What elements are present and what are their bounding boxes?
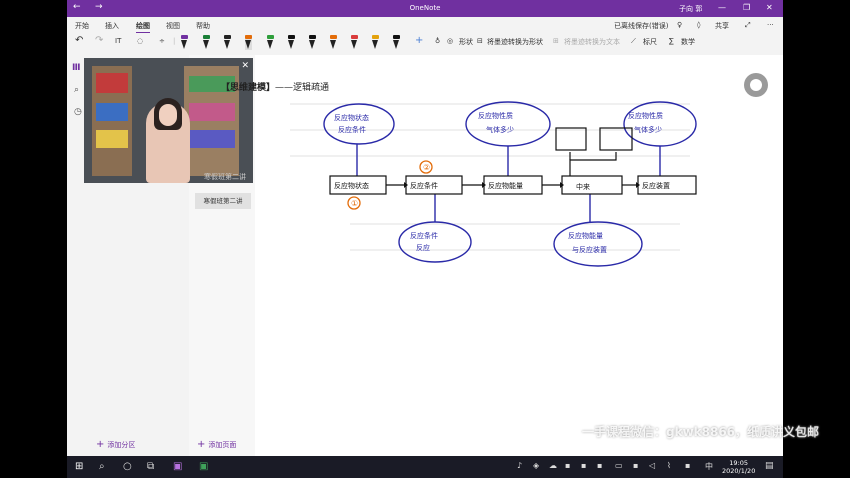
task-view-icon[interactable]: ⧉ (147, 461, 154, 472)
ink-text: 反应物能量 (568, 231, 603, 240)
input-language[interactable]: 中 (705, 461, 713, 472)
mic-icon[interactable]: ♪ (517, 461, 522, 470)
cortana-icon[interactable]: ○ (123, 461, 132, 472)
ink-ellipse (623, 101, 697, 147)
flow-box (561, 175, 623, 195)
ink-ellipse (553, 221, 643, 267)
ink-text: 反应物状态 (334, 113, 369, 122)
tray-icon[interactable]: ▪ (685, 461, 690, 470)
search-icon[interactable]: ⌕ (99, 461, 105, 472)
tray-icon[interactable]: ⌇ (667, 461, 671, 470)
ink-text: 反应物性质 (478, 111, 513, 120)
clock-time: 19:05 (729, 459, 749, 467)
ink-text: 气体多少 (486, 125, 514, 134)
volume-icon[interactable]: ◁ (649, 461, 655, 470)
box-label: 反应装置 (642, 181, 670, 190)
ink-text: 反应 (416, 243, 430, 252)
ink-ellipse (398, 221, 472, 263)
box-label: 反应物能量 (488, 181, 523, 190)
small-box (555, 127, 587, 151)
network-icon[interactable]: ▭ (615, 461, 623, 470)
system-clock[interactable]: 19:05 2020/1/20 (722, 459, 755, 475)
small-box (599, 127, 633, 151)
ink-diagram: 反应物状态 反应条件 反应物性质 气体多少 反应物性质 气体多少 反应条件 反应… (290, 101, 697, 267)
box-label: 中来 (576, 182, 590, 191)
tray-icon[interactable]: ▪ (597, 461, 602, 470)
tray-icon[interactable]: ◈ (533, 461, 539, 470)
watermark: 一手课程微信：gkwk8866，纸质讲义包邮 (582, 425, 820, 439)
clock-date: 2020/1/20 (722, 467, 756, 475)
ink-text: 气体多少 (634, 125, 662, 134)
excel-app-icon[interactable]: ▣ (199, 461, 208, 472)
ink-text: 反应条件 (410, 231, 438, 240)
ink-text: 与反应装置 (572, 245, 607, 254)
tray-icon[interactable]: ▪ (565, 461, 570, 470)
windows-start-icon[interactable]: ⊞ (75, 461, 83, 472)
taskbar: ⊞ ⌕ ○ ⧉ ▣ ▣ ♪ ◈ ☁ ▪ ▪ ▪ ▭ ▪ ◁ ⌇ ▪ 中 19:0… (67, 456, 783, 478)
loading-spinner-icon (744, 73, 768, 97)
ink-ellipse (465, 101, 551, 147)
tray-icon[interactable]: ▪ (581, 461, 586, 470)
mark-2: ② (423, 163, 430, 172)
tray-icon[interactable]: ▪ (633, 461, 638, 470)
cloud-icon[interactable]: ☁ (549, 461, 557, 470)
ink-text: 反应条件 (338, 125, 366, 134)
onenote-app-icon[interactable]: ▣ (173, 461, 182, 472)
box-label: 反应物状态 (334, 181, 369, 190)
ink-text: 反应物性质 (628, 111, 663, 120)
mark-1: ① (351, 199, 358, 208)
notifications-icon[interactable]: ▤ (765, 461, 774, 471)
ink-ellipse (323, 103, 395, 145)
box-label: 反应条件 (410, 181, 438, 190)
